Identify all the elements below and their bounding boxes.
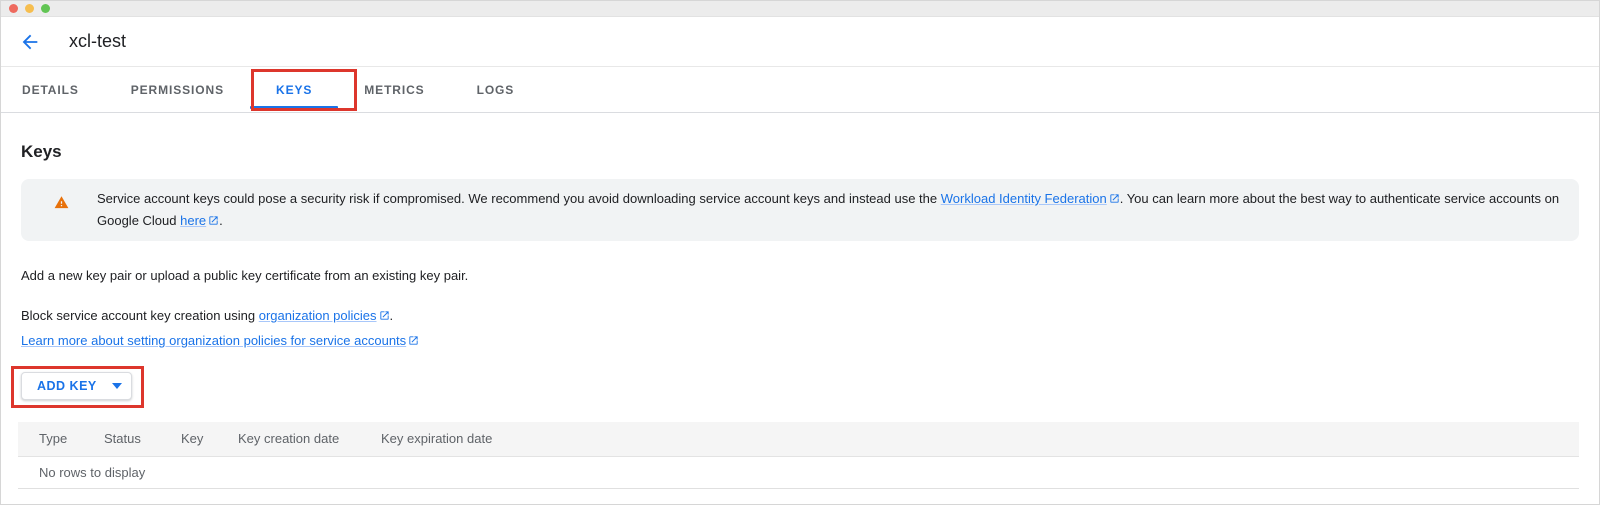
warning-triangle-icon bbox=[54, 195, 69, 232]
window-titlebar bbox=[1, 1, 1599, 17]
table-header-row: Type Status Key Key creation date Key ex… bbox=[18, 422, 1579, 457]
text-segment: Block service account key creation using bbox=[21, 308, 259, 323]
zoom-window-icon[interactable] bbox=[41, 4, 50, 13]
text-segment: . bbox=[389, 308, 394, 323]
red-annotation-box-add-key: ADD KEY bbox=[11, 366, 144, 408]
tab-metrics[interactable]: METRICS bbox=[338, 67, 450, 112]
back-button[interactable] bbox=[19, 31, 41, 53]
learn-more-link[interactable]: Learn more about setting organization po… bbox=[21, 333, 419, 348]
column-header-key: Key bbox=[181, 422, 238, 457]
organization-policies-link[interactable]: organization policies bbox=[259, 308, 390, 323]
tab-bar: DETAILS PERMISSIONS KEYS METRICS LOGS bbox=[1, 67, 1599, 113]
add-key-description: Add a new key pair or upload a public ke… bbox=[21, 268, 469, 283]
tab-logs[interactable]: LOGS bbox=[451, 67, 541, 112]
open-in-new-icon bbox=[1109, 189, 1120, 203]
minimize-window-icon[interactable] bbox=[25, 4, 34, 13]
tab-details[interactable]: DETAILS bbox=[1, 67, 105, 112]
banner-text-segment: . bbox=[219, 213, 223, 228]
learn-more-line: Learn more about setting organization po… bbox=[21, 333, 1577, 349]
banner-text-segment: Service account keys could pose a securi… bbox=[97, 191, 941, 206]
arrow-drop-down-icon bbox=[112, 383, 122, 389]
link-label: here bbox=[180, 213, 207, 228]
column-header-key-expiration-date: Key expiration date bbox=[381, 422, 1579, 457]
warning-banner-text: Service account keys could pose a securi… bbox=[97, 188, 1563, 232]
link-label: Learn more about setting organization po… bbox=[21, 333, 407, 348]
tab-keys[interactable]: KEYS bbox=[250, 67, 339, 112]
warning-banner: Service account keys could pose a securi… bbox=[21, 179, 1579, 241]
close-window-icon[interactable] bbox=[9, 4, 18, 13]
arrow-back-icon bbox=[19, 34, 41, 56]
app-header: xcl-test bbox=[1, 17, 1599, 67]
add-key-button-label: ADD KEY bbox=[37, 379, 97, 393]
workload-identity-federation-link[interactable]: Workload Identity Federation bbox=[941, 191, 1120, 206]
tab-permissions[interactable]: PERMISSIONS bbox=[105, 67, 250, 112]
section-heading: Keys bbox=[21, 142, 62, 161]
keys-table: Type Status Key Key creation date Key ex… bbox=[18, 422, 1579, 489]
main-content: Keys Service account keys could pose a s… bbox=[1, 142, 1599, 489]
open-in-new-icon bbox=[208, 211, 219, 225]
link-label: Workload Identity Federation bbox=[940, 191, 1107, 206]
column-header-status: Status bbox=[104, 422, 181, 457]
empty-state-text: No rows to display bbox=[18, 456, 1579, 489]
column-header-key-creation-date: Key creation date bbox=[238, 422, 381, 457]
open-in-new-icon bbox=[379, 309, 390, 320]
page-title: xcl-test bbox=[69, 31, 127, 51]
add-key-button[interactable]: ADD KEY bbox=[21, 372, 132, 400]
table-empty-row: No rows to display bbox=[18, 456, 1579, 489]
here-link[interactable]: here bbox=[180, 213, 219, 228]
open-in-new-icon bbox=[408, 334, 419, 345]
link-label: organization policies bbox=[258, 308, 377, 323]
column-header-type: Type bbox=[18, 422, 104, 457]
block-creation-text: Block service account key creation using… bbox=[21, 308, 1577, 324]
